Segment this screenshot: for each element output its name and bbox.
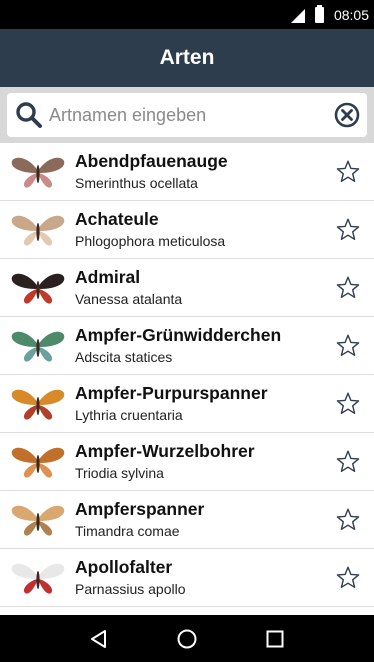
list-item[interactable]: Achateule Phlogophora meticulosa xyxy=(0,201,374,259)
list-item[interactable]: Apollofalter Parnassius apollo xyxy=(0,549,374,607)
app-bar: Arten xyxy=(0,29,374,87)
recents-icon[interactable] xyxy=(264,628,286,650)
butterfly-thumbnail xyxy=(9,495,67,545)
butterfly-thumbnail xyxy=(9,321,67,371)
butterfly-thumbnail xyxy=(9,553,67,603)
list-item[interactable]: Ampfer-Wurzelbohrer Triodia sylvina xyxy=(0,433,374,491)
clear-icon[interactable] xyxy=(333,101,361,129)
page-title: Arten xyxy=(159,46,215,69)
species-latin-name: Parnassius apollo xyxy=(75,581,186,597)
status-bar: 08:05 xyxy=(0,0,374,29)
species-latin-name: Adscita statices xyxy=(75,349,173,365)
species-latin-name: Lythria cruentaria xyxy=(75,407,183,423)
species-latin-name: Smerinthus ocellata xyxy=(75,175,198,191)
list-item[interactable]: Ampfer-Purpurspanner Lythria cruentaria xyxy=(0,375,374,433)
signal-icon xyxy=(290,8,305,23)
search-input[interactable] xyxy=(43,104,333,126)
star-outline-icon[interactable] xyxy=(335,275,361,301)
species-name: Ampfer-Wurzelbohrer xyxy=(75,441,255,461)
species-name: Ampfer-Grünwidderchen xyxy=(75,325,282,345)
back-icon[interactable] xyxy=(88,628,110,650)
species-name: Abendpfauenauge xyxy=(75,151,228,171)
species-name: Ampferspanner xyxy=(75,499,205,519)
star-outline-icon[interactable] xyxy=(335,507,361,533)
status-time: 08:05 xyxy=(333,6,369,23)
star-outline-icon[interactable] xyxy=(335,449,361,475)
list-item[interactable]: Admiral Vanessa atalanta xyxy=(0,259,374,317)
butterfly-thumbnail xyxy=(9,263,67,313)
search-icon xyxy=(16,102,42,128)
butterfly-thumbnail xyxy=(9,437,67,487)
battery-icon xyxy=(314,4,324,23)
species-latin-name: Phlogophora meticulosa xyxy=(75,233,226,249)
list-item[interactable]: Ampferspanner Timandra comae xyxy=(0,491,374,549)
butterfly-thumbnail xyxy=(9,379,67,429)
butterfly-thumbnail xyxy=(9,147,67,197)
list-item[interactable]: Ampfer-Grünwidderchen Adscita statices xyxy=(0,317,374,375)
species-name: Ampfer-Purpurspanner xyxy=(75,383,268,403)
star-outline-icon[interactable] xyxy=(335,217,361,243)
list-item-partial[interactable] xyxy=(0,607,374,615)
search-bar xyxy=(0,87,374,143)
species-list: Abendpfauenauge Smerinthus ocellata Acha… xyxy=(0,143,374,615)
species-name: Achateule xyxy=(75,209,159,229)
navigation-bar xyxy=(0,615,374,662)
star-outline-icon[interactable] xyxy=(335,565,361,591)
list-item[interactable]: Abendpfauenauge Smerinthus ocellata xyxy=(0,143,374,201)
butterfly-thumbnail xyxy=(9,205,67,255)
species-latin-name: Vanessa atalanta xyxy=(75,291,183,307)
search-box[interactable] xyxy=(7,93,367,137)
species-latin-name: Triodia sylvina xyxy=(75,465,164,481)
species-name: Apollofalter xyxy=(75,557,173,577)
species-latin-name: Timandra comae xyxy=(75,523,180,539)
species-name: Admiral xyxy=(75,267,141,287)
star-outline-icon[interactable] xyxy=(335,333,361,359)
star-outline-icon[interactable] xyxy=(335,391,361,417)
home-icon[interactable] xyxy=(176,628,198,650)
star-outline-icon[interactable] xyxy=(335,159,361,185)
